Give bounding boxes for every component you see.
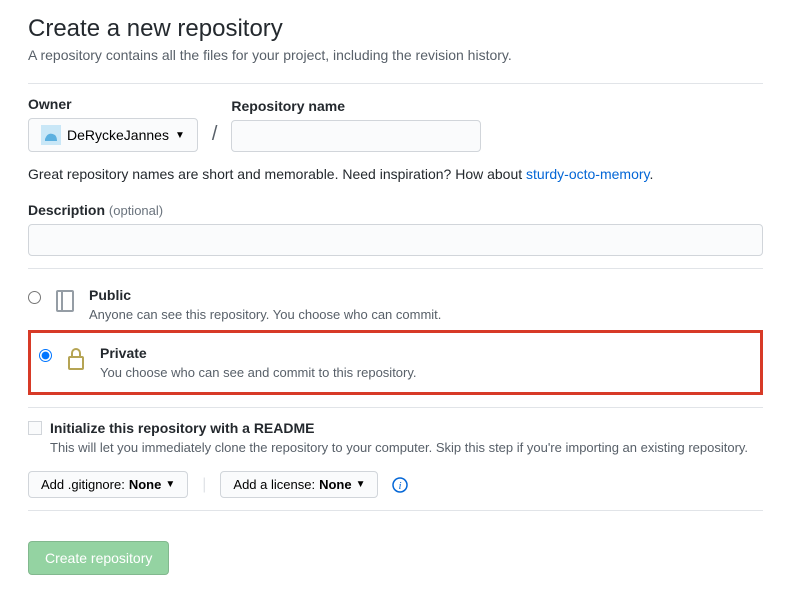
private-radio[interactable] xyxy=(39,349,52,362)
public-desc: Anyone can see this repository. You choo… xyxy=(89,307,441,322)
public-radio[interactable] xyxy=(28,291,41,304)
description-label: Description (optional) xyxy=(28,202,763,218)
private-title: Private xyxy=(100,345,147,361)
caret-down-icon: ▼ xyxy=(356,479,366,490)
owner-value: DeRyckeJannes xyxy=(67,127,169,143)
page-subtitle: A repository contains all the files for … xyxy=(28,47,763,63)
visibility-private-option[interactable]: Private You choose who can see and commi… xyxy=(39,339,752,386)
info-icon[interactable]: i xyxy=(392,477,408,493)
create-repository-button[interactable]: Create repository xyxy=(28,541,169,575)
caret-down-icon: ▼ xyxy=(165,479,175,490)
svg-text:i: i xyxy=(399,480,402,492)
divider xyxy=(28,268,763,269)
divider xyxy=(28,83,763,84)
visibility-public-option[interactable]: Public Anyone can see this repository. Y… xyxy=(28,281,763,328)
public-title: Public xyxy=(89,287,131,303)
readme-desc: This will let you immediately clone the … xyxy=(50,440,763,455)
readme-label: Initialize this repository with a README xyxy=(50,420,314,436)
page-title: Create a new repository xyxy=(28,15,763,43)
init-readme-row[interactable]: Initialize this repository with a README xyxy=(28,420,763,436)
suggestion-link[interactable]: sturdy-octo-memory xyxy=(526,166,649,182)
repo-icon xyxy=(51,287,79,315)
license-select[interactable]: Add a license: None ▼ xyxy=(220,471,378,498)
description-input[interactable] xyxy=(28,224,763,256)
gitignore-select[interactable]: Add .gitignore: None ▼ xyxy=(28,471,188,498)
repo-name-input[interactable] xyxy=(231,120,481,152)
divider xyxy=(28,407,763,408)
readme-checkbox[interactable] xyxy=(28,421,42,435)
slash-separator: / xyxy=(208,123,222,152)
private-desc: You choose who can see and commit to thi… xyxy=(100,365,417,380)
avatar-icon xyxy=(41,125,61,145)
owner-select[interactable]: DeRyckeJannes ▼ xyxy=(28,118,198,152)
separator: | xyxy=(202,476,206,494)
caret-down-icon: ▼ xyxy=(175,130,185,141)
name-tip: Great repository names are short and mem… xyxy=(28,166,763,182)
owner-label: Owner xyxy=(28,96,198,112)
divider xyxy=(28,510,763,511)
repo-name-label: Repository name xyxy=(231,98,481,114)
private-highlight: Private You choose who can see and commi… xyxy=(28,330,763,395)
lock-icon xyxy=(62,345,90,373)
